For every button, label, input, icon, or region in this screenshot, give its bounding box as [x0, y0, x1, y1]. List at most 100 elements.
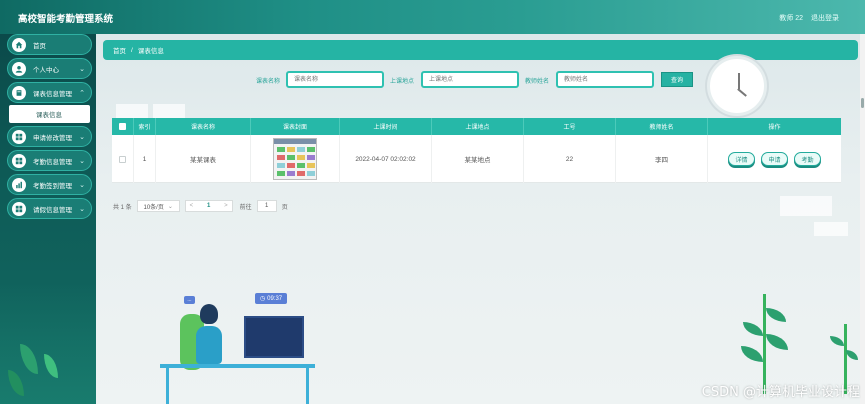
chevron-down-icon: ⌄: [79, 157, 85, 165]
goto-page-input[interactable]: 1: [256, 200, 277, 212]
location-label: 上课地点: [390, 79, 415, 85]
row-checkbox[interactable]: [119, 155, 126, 163]
cell-actions: 详情 申请 考勤: [708, 135, 841, 183]
clock-hour-hand: [738, 73, 740, 89]
time-badge: ◷ 09:37: [255, 293, 287, 304]
column-header: 教师姓名: [616, 118, 708, 135]
column-header: 上课地点: [432, 118, 524, 135]
select-all-checkbox[interactable]: [119, 123, 126, 130]
home-icon: [12, 37, 26, 52]
column-header: 课表封面: [251, 118, 340, 135]
goto-label: 前往: [239, 204, 252, 211]
current-user: 教师 22: [779, 15, 803, 22]
chevron-down-icon: ⌄: [167, 203, 173, 210]
cell-job-no: 22: [524, 135, 616, 183]
page-nav: < 1 >: [184, 200, 233, 212]
detail-button[interactable]: 详情: [728, 152, 755, 166]
logout-link[interactable]: 退出登录: [811, 13, 839, 23]
background-block: [780, 196, 832, 216]
top-bar: 高校智能考勤管理系统 教师 22 退出登录: [0, 0, 865, 34]
course-name-label: 课表名称: [256, 79, 281, 85]
course-name-input[interactable]: [286, 71, 384, 88]
chevron-down-icon: ⌄: [79, 65, 85, 73]
breadcrumb-home[interactable]: 首页: [113, 45, 126, 55]
background-block: [814, 222, 848, 236]
chevron-down-icon: ⌄: [79, 205, 85, 213]
course-cover-image[interactable]: [273, 138, 317, 180]
monitor-illustration: [244, 316, 304, 358]
grid-icon: [12, 201, 26, 216]
select-all-cell[interactable]: [112, 118, 134, 135]
sidebar: 首页 个人中心 ⌄ 课表信息管理 ⌃ 课表信息 申请修改管理 ⌄ 考勤信息管理 …: [0, 34, 96, 404]
table-row: 1 某某课表 2022-04-07 02:02:02 某某地点 22 李四 详情…: [112, 135, 841, 183]
leaf-decoration: [741, 346, 763, 362]
teacher-name-input[interactable]: [556, 71, 654, 88]
leaf-decoration: [743, 322, 763, 336]
column-header: 工号: [524, 118, 616, 135]
sidebar-item-apply[interactable]: 申请修改管理 ⌄: [7, 126, 92, 147]
desk-leg: [306, 368, 309, 404]
leaf-decoration: [766, 308, 786, 322]
cell-course-name: 某某课表: [156, 135, 251, 183]
desk-illustration: [160, 364, 315, 368]
sidebar-item-signin[interactable]: 考勤签到管理 ⌄: [7, 174, 92, 195]
leaf-decoration: [8, 370, 24, 396]
book-icon: [12, 85, 26, 100]
prev-page-button[interactable]: <: [190, 203, 194, 209]
sidebar-item-label: 申请修改管理: [33, 134, 72, 142]
background-block: [153, 104, 185, 118]
sidebar-item-label: 考勤信息管理: [33, 158, 72, 166]
cell-teacher: 李四: [616, 135, 708, 183]
user-icon: [12, 61, 26, 76]
sidebar-item-leave[interactable]: 请假信息管理 ⌄: [7, 198, 92, 219]
teacher-name-label: 教师姓名: [525, 79, 550, 85]
sidebar-item-course-info[interactable]: 课表信息管理 ⌃: [7, 82, 92, 103]
sidebar-subitem-course[interactable]: 课表信息: [9, 105, 90, 123]
cell-index: 1: [134, 135, 156, 183]
column-header: 索引: [134, 118, 156, 135]
page-size-select[interactable]: 10条/页 ⌄: [136, 200, 180, 212]
desk-leg: [166, 368, 169, 404]
clock-minute-hand: [737, 88, 747, 97]
apply-button[interactable]: 申请: [761, 152, 788, 166]
scrollbar-thumb[interactable]: [861, 98, 864, 108]
breadcrumb-separator: /: [131, 46, 133, 54]
goto-suffix: 页: [281, 204, 288, 211]
search-button[interactable]: 查询: [661, 72, 693, 87]
column-header: 上课时间: [340, 118, 432, 135]
page-scrollbar[interactable]: [860, 34, 865, 404]
next-page-button[interactable]: >: [224, 203, 228, 209]
cell-location: 某某地点: [432, 135, 524, 183]
row-select-cell[interactable]: [112, 135, 134, 183]
grid-icon: [12, 153, 26, 168]
sidebar-item-label: 个人中心: [33, 66, 59, 74]
leaf-decoration: [846, 350, 858, 360]
current-page[interactable]: 1: [207, 203, 210, 209]
chevron-up-icon: ⌃: [79, 89, 85, 97]
breadcrumb-current: 课表信息: [137, 48, 164, 55]
time-value: 09:37: [267, 295, 283, 302]
sidebar-decoration: [0, 284, 96, 404]
attendance-button[interactable]: 考勤: [794, 152, 821, 166]
sidebar-item-label: 首页: [33, 42, 46, 50]
cell-cover: [251, 135, 340, 183]
clock-decoration: [707, 56, 767, 116]
chart-icon: [12, 177, 26, 192]
location-input[interactable]: [421, 71, 519, 88]
app-title: 高校智能考勤管理系统: [18, 14, 114, 25]
leaf-decoration: [20, 344, 38, 374]
chat-bubble-icon: ...: [184, 296, 195, 304]
sidebar-item-label: 请假信息管理: [33, 206, 72, 214]
sidebar-item-label: 课表信息管理: [33, 90, 72, 98]
sidebar-item-profile[interactable]: 个人中心 ⌄: [7, 58, 92, 79]
leaf-decoration: [44, 354, 58, 378]
column-header: 课表名称: [156, 118, 251, 135]
page-size-value: 10条/页: [143, 204, 164, 211]
total-count: 共 1 条: [113, 204, 132, 211]
sidebar-item-home[interactable]: 首页: [7, 34, 92, 55]
main-content: 首页 / 课表信息 课表名称 上课地点 教师姓名 查询 索引 课表名称 课表封面…: [96, 34, 860, 404]
chevron-down-icon: ⌄: [79, 181, 85, 189]
clock-icon: ◷: [259, 296, 266, 302]
sidebar-item-attendance-info[interactable]: 考勤信息管理 ⌄: [7, 150, 92, 171]
person-head: [200, 304, 218, 324]
